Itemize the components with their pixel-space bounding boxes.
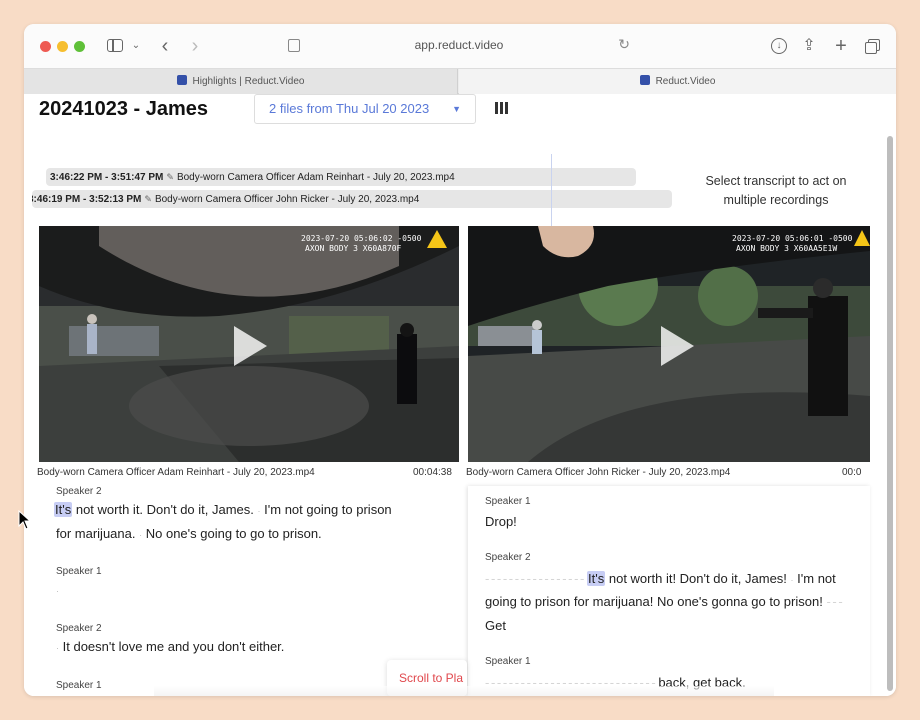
- silence-marker: - - -: [826, 594, 842, 609]
- video-caption: Body-worn Camera Officer John Ricker - J…: [466, 467, 731, 478]
- download-icon[interactable]: ↓: [770, 36, 788, 56]
- chevron-down-icon[interactable]: ⌄: [130, 36, 142, 56]
- reduct-favicon-icon: [176, 75, 187, 85]
- recording-bar[interactable]: 3:46:19 PM - 3:52:13 PM ✎ Body-worn Camera…: [32, 190, 672, 208]
- pause-marker: ·: [56, 586, 59, 596]
- recording-name: Body-worn Camera Officer Adam Reinhart -…: [176, 172, 455, 183]
- reduct-favicon-icon: [639, 75, 650, 85]
- transcript-text: not worth it. Don't do it, James.: [75, 502, 254, 517]
- page-title: 20241023 - James: [39, 98, 209, 120]
- recording-time: 3:46:19 PM - 3:52:13 PM: [32, 194, 142, 205]
- minimize-window-button[interactable]: [57, 41, 68, 52]
- tab-overview-icon[interactable]: [864, 36, 882, 56]
- video-player[interactable]: 2023-07-20 05:06:02 -0500 AXON BODY 3 X6…: [39, 226, 459, 462]
- caret-down-icon: ▼: [452, 104, 461, 114]
- transcript-line[interactable]: · It doesn't love me and you don't eithe…: [56, 639, 284, 654]
- transcript-text: No one's going to go to prison.: [145, 526, 322, 541]
- mouse-cursor-icon: [18, 510, 32, 530]
- highlighted-word[interactable]: It's: [54, 502, 73, 517]
- video-caption: Body-worn Camera Officer Adam Reinhart -…: [37, 467, 315, 478]
- transcript-line[interactable]: ·: [56, 582, 59, 597]
- app-content: 20241023 - James 2 files from Thu Jul 20…: [24, 94, 896, 696]
- zoom-window-button[interactable]: [74, 41, 85, 52]
- transcript-line[interactable]: for marijuana. · No one's going to go to…: [56, 526, 322, 541]
- overlay-timestamp: 2023-07-20 05:06:01 -0500: [732, 234, 853, 243]
- transcript-line[interactable]: Get: [485, 618, 506, 633]
- highlighted-word[interactable]: It's: [587, 571, 606, 586]
- transcript-line[interactable]: Drop!: [485, 514, 517, 529]
- multi-select-hint: Select transcript to act on multiple rec…: [705, 174, 847, 207]
- pencil-icon[interactable]: ✎: [144, 194, 152, 204]
- reload-icon[interactable]: ↻: [618, 36, 630, 53]
- video-player[interactable]: 2023-07-20 05:06:01 -0500 AXON BODY 3 X6…: [468, 226, 870, 462]
- transcript-text: not worth it! Don't do it, James!: [608, 571, 787, 586]
- scrollbar[interactable]: [887, 136, 893, 691]
- pause-marker: ·: [257, 506, 261, 516]
- speaker-label: Speaker 1: [56, 680, 102, 691]
- speaker-label: Speaker 2: [56, 623, 102, 634]
- tab-highlights[interactable]: Highlights | Reduct.Video: [24, 69, 458, 94]
- recording-name: Body-worn Camera Officer John Ricker - J…: [154, 194, 420, 205]
- new-tab-icon[interactable]: +: [832, 36, 850, 56]
- transcript-text: Drop!: [485, 514, 517, 529]
- transcript-line[interactable]: It's not worth it. Don't do it, James. ·…: [54, 502, 392, 517]
- silence-marker: - - - - - - - - - - - - - - - - -: [485, 571, 584, 586]
- columns-icon[interactable]: [495, 102, 509, 114]
- video-duration: 00:0: [842, 467, 862, 478]
- transcript-text: I'm not going to prison: [264, 502, 392, 517]
- pencil-icon[interactable]: ✎: [166, 172, 174, 182]
- sidebar-icon[interactable]: [106, 36, 124, 56]
- pause-marker: ·: [139, 530, 143, 540]
- transcript-text: Get: [485, 618, 506, 633]
- overlay-timestamp: 2023-07-20 05:06:02 -0500: [301, 234, 422, 243]
- address-bar[interactable]: app.reduct.video ↻: [280, 34, 638, 58]
- transcript-text: for marijuana.: [56, 526, 136, 541]
- bottom-fade: [154, 686, 774, 696]
- overlay-device: AXON BODY 3 X60A870F: [305, 244, 402, 253]
- tab-bar: Highlights | Reduct.Video Reduct.Video: [24, 68, 896, 94]
- browser-window: ⌄ ‹ › app.reduct.video ↻ ↓ ⇪ + Highlight…: [24, 24, 896, 696]
- speaker-label: Speaker 1: [56, 566, 102, 577]
- forward-icon[interactable]: ›: [188, 36, 202, 56]
- transcript-text: I'm not: [797, 571, 836, 586]
- video-duration: 00:04:38: [413, 467, 452, 478]
- tab-label: Reduct.Video: [655, 76, 716, 87]
- speaker-label: Speaker 1: [485, 496, 531, 507]
- transcript-text: going to prison for marijuana! No one's …: [485, 594, 823, 609]
- browser-toolbar: ⌄ ‹ › app.reduct.video ↻ ↓ ⇪ +: [24, 24, 896, 68]
- files-dropdown-label: 2 files from Thu Jul 20 2023: [269, 101, 430, 116]
- files-dropdown[interactable]: 2 files from Thu Jul 20 2023 ▼: [254, 94, 476, 124]
- url-text: app.reduct.video: [414, 38, 504, 52]
- transcript-line[interactable]: going to prison for marijuana! No one's …: [485, 594, 843, 609]
- pause-marker: ·: [56, 643, 59, 653]
- tab-label: Highlights | Reduct.Video: [192, 76, 305, 87]
- transcript-panel[interactable]: Speaker 1 Drop! Speaker 2 - - - - - - - …: [468, 486, 870, 696]
- pause-marker: ·: [790, 575, 794, 585]
- speaker-label: Speaker 1: [485, 656, 531, 667]
- timeline-cursor: [551, 154, 552, 226]
- transcript-line[interactable]: - - - - - - - - - - - - - - - - - It's n…: [485, 571, 836, 586]
- speaker-label: Speaker 2: [485, 552, 531, 563]
- speaker-label: Speaker 2: [56, 486, 102, 497]
- tab-reduct-video[interactable]: Reduct.Video: [459, 69, 896, 94]
- transcript-text: It doesn't love me and you don't either.: [62, 639, 285, 654]
- share-icon[interactable]: ⇪: [800, 36, 818, 56]
- back-icon[interactable]: ‹: [158, 36, 172, 56]
- close-window-button[interactable]: [40, 41, 51, 52]
- recording-bar[interactable]: 3:46:22 PM - 3:51:47 PM ✎ Body-worn Camera…: [46, 168, 636, 186]
- overlay-device: AXON BODY 3 X60AA5E1W: [736, 244, 837, 253]
- recording-time: 3:46:22 PM - 3:51:47 PM: [50, 172, 164, 183]
